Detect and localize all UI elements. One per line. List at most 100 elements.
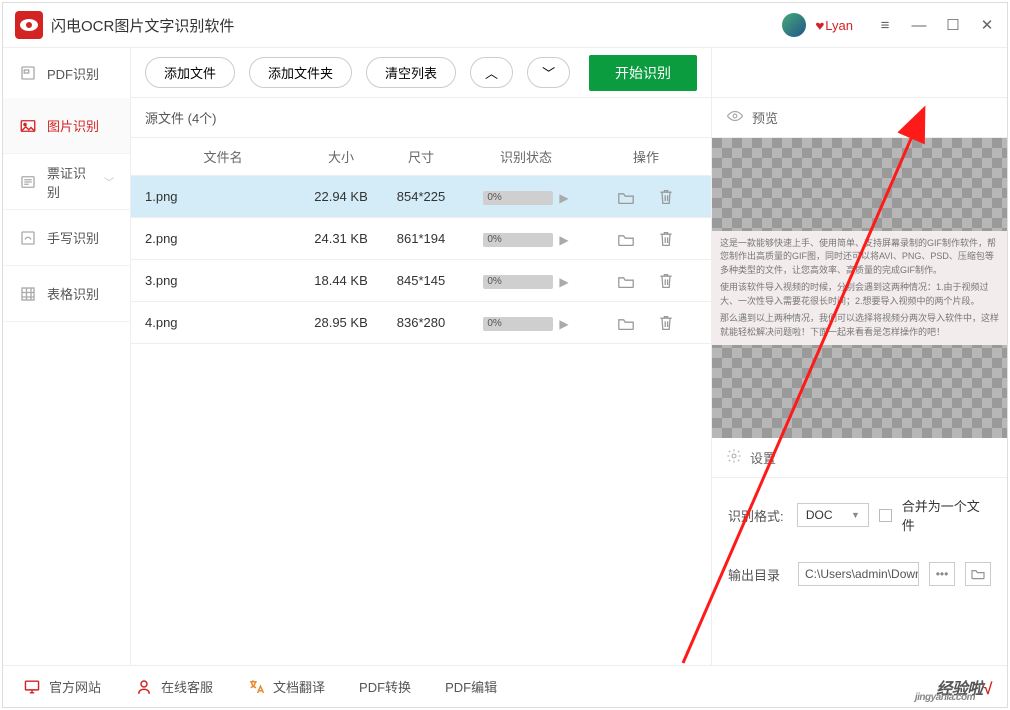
app-logo [15, 11, 43, 39]
progress-bar: 0% [483, 275, 553, 289]
browse-folder-button[interactable] [965, 562, 991, 586]
settings-header: 设置 [712, 438, 1007, 478]
col-dim: 尺寸 [381, 147, 461, 166]
file-list-panel: 添加文件 添加文件夹 清空列表 ︿ ﹀ 开始识别 源文件 (4个) 文件名 大小… [131, 48, 712, 665]
footer: 官方网站 在线客服 文档翻译 PDF转换 PDF编辑 经验啦√ jingyanl… [3, 665, 1007, 707]
source-files-header: 源文件 (4个) [131, 98, 711, 138]
col-ops: 操作 [591, 147, 701, 166]
chevron-down-icon: ▼ [851, 510, 860, 520]
handwrite-icon [19, 229, 37, 247]
table-icon [19, 285, 37, 303]
cell-status: 0% ▶ [461, 188, 591, 205]
footer-label: PDF编辑 [445, 677, 497, 696]
folder-icon[interactable] [616, 272, 636, 290]
cell-dim: 836*280 [381, 315, 461, 330]
play-icon[interactable]: ▶ [559, 233, 568, 247]
eye-icon [726, 109, 744, 126]
sidebar-item-ticket[interactable]: 票证识别 ﹀ [3, 154, 130, 210]
cell-status: 0% ▶ [461, 230, 591, 247]
settings-title: 设置 [750, 448, 776, 467]
pdf-icon [19, 64, 37, 82]
progress-bar: 0% [483, 233, 553, 247]
footer-pdf-edit[interactable]: PDF编辑 [445, 677, 497, 696]
progress-bar: 0% [483, 317, 553, 331]
trash-icon[interactable] [656, 314, 676, 332]
outdir-input[interactable]: C:\Users\admin\Downlo [798, 562, 919, 586]
merge-label: 合并为一个文件 [902, 496, 991, 534]
preview-area: 这是一款能够快速上手、使用简单、支持屏幕录制的GIF制作软件，帮您制作出高质量的… [712, 138, 1007, 438]
play-icon[interactable]: ▶ [559, 275, 568, 289]
table-row[interactable]: 2.png 24.31 KB 861*194 0%▶ [131, 218, 711, 260]
col-status: 识别状态 [461, 147, 591, 166]
sidebar-item-handwrite[interactable]: 手写识别 [3, 210, 130, 266]
heart-icon: ♥ [815, 18, 824, 33]
maximize-button[interactable]: ☐ [945, 17, 961, 33]
sidebar-item-image[interactable]: 图片识别 [3, 98, 130, 154]
translate-icon [247, 678, 265, 696]
folder-icon[interactable] [616, 188, 636, 206]
sidebar-item-pdf[interactable]: PDF识别 [3, 48, 130, 98]
preview-title: 预览 [752, 108, 778, 127]
avatar[interactable] [782, 13, 806, 37]
image-icon [19, 117, 37, 135]
table-header: 文件名 大小 尺寸 识别状态 操作 [131, 138, 711, 176]
sidebar-item-table[interactable]: 表格识别 [3, 266, 130, 322]
outdir-label: 输出目录 [728, 565, 788, 584]
add-file-button[interactable]: 添加文件 [145, 57, 235, 88]
sidebar-item-label: 手写识别 [47, 228, 99, 247]
sidebar: PDF识别 图片识别 票证识别 ﹀ 手写识别 [3, 48, 131, 665]
progress-bar: 0% [483, 191, 553, 205]
cell-status: 0% ▶ [461, 272, 591, 289]
table-row[interactable]: 3.png 18.44 KB 845*145 0%▶ [131, 260, 711, 302]
footer-label: 文档翻译 [273, 677, 325, 696]
trash-icon[interactable] [656, 188, 676, 206]
footer-label: 官方网站 [49, 677, 101, 696]
move-down-button[interactable]: ﹀ [527, 57, 570, 88]
cell-name: 4.png [131, 315, 301, 330]
col-name: 文件名 [131, 147, 301, 166]
app-title: 闪电OCR图片文字识别软件 [51, 15, 234, 36]
folder-icon[interactable] [616, 230, 636, 248]
trash-icon[interactable] [656, 272, 676, 290]
ticket-icon [19, 173, 37, 191]
col-size: 大小 [301, 147, 381, 166]
format-value: DOC [806, 508, 833, 522]
gear-icon [726, 448, 742, 467]
user-vip-badge[interactable]: ♥ Lyan [816, 18, 853, 33]
add-folder-button[interactable]: 添加文件夹 [249, 57, 352, 88]
footer-official-site[interactable]: 官方网站 [23, 677, 101, 696]
table-row[interactable]: 1.png 22.94 KB 854*225 0%▶ [131, 176, 711, 218]
cell-size: 22.94 KB [301, 189, 381, 204]
format-select[interactable]: DOC ▼ [797, 503, 869, 527]
cell-status: 0% ▶ [461, 314, 591, 331]
preview-content: 这是一款能够快速上手、使用简单、支持屏幕录制的GIF制作软件，帮您制作出高质量的… [712, 231, 1007, 346]
cell-dim: 854*225 [381, 189, 461, 204]
start-recognize-button[interactable]: 开始识别 [589, 55, 697, 91]
sidebar-item-label: 表格识别 [47, 284, 99, 303]
move-up-button[interactable]: ︿ [470, 57, 513, 88]
footer-doc-translate[interactable]: 文档翻译 [247, 677, 325, 696]
trash-icon[interactable] [656, 230, 676, 248]
toolbar: 添加文件 添加文件夹 清空列表 ︿ ﹀ 开始识别 [131, 48, 711, 98]
user-name: Lyan [825, 18, 853, 33]
table-row[interactable]: 4.png 28.95 KB 836*280 0%▶ [131, 302, 711, 344]
minimize-button[interactable]: — [911, 17, 927, 33]
play-icon[interactable]: ▶ [559, 317, 568, 331]
cell-size: 24.31 KB [301, 231, 381, 246]
menu-button[interactable]: ≡ [877, 17, 893, 33]
cell-name: 3.png [131, 273, 301, 288]
footer-label: PDF转换 [359, 677, 411, 696]
watermark: 经验啦√ jingyanla.com [936, 675, 991, 699]
footer-online-support[interactable]: 在线客服 [135, 677, 213, 696]
folder-icon[interactable] [616, 314, 636, 332]
footer-pdf-convert[interactable]: PDF转换 [359, 677, 411, 696]
support-icon [135, 678, 153, 696]
close-button[interactable]: ✕ [979, 17, 995, 33]
right-panel: 预览 这是一款能够快速上手、使用简单、支持屏幕录制的GIF制作软件，帮您制作出高… [712, 48, 1007, 665]
more-button[interactable]: ••• [929, 562, 955, 586]
merge-checkbox[interactable] [879, 509, 892, 522]
play-icon[interactable]: ▶ [559, 191, 568, 205]
sidebar-item-label: PDF识别 [47, 64, 99, 83]
clear-list-button[interactable]: 清空列表 [366, 57, 456, 88]
titlebar: 闪电OCR图片文字识别软件 ♥ Lyan ≡ — ☐ ✕ [3, 3, 1007, 48]
